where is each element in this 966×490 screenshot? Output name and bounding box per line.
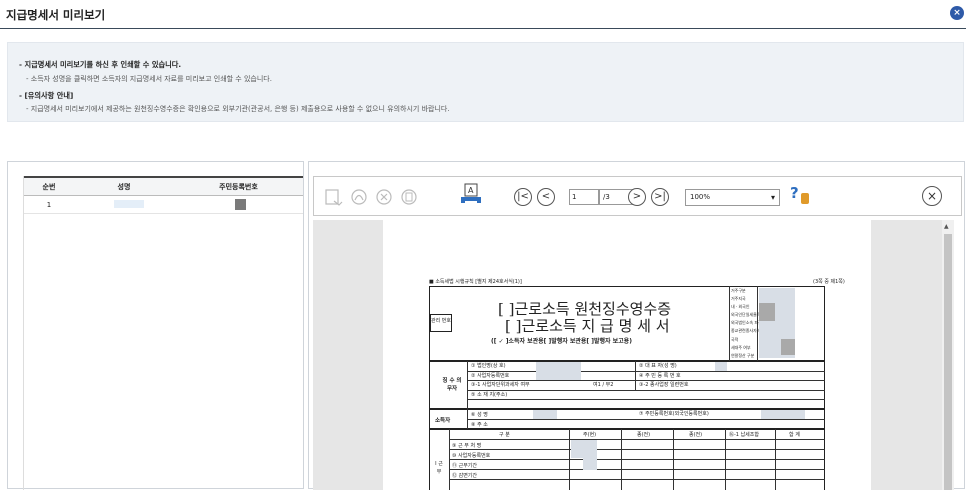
page-info: (3쪽 중 제1쪽) bbox=[813, 279, 845, 285]
grid-header: 순번 성명 주민등록번호 bbox=[24, 176, 303, 196]
row-rrn-masked bbox=[235, 199, 246, 210]
report-viewer: A |< < 1 /3 > >| 100% ▾ ? × ■ 소득세법 시행규칙 … bbox=[308, 161, 965, 490]
chevron-down-icon: ▾ bbox=[770, 193, 775, 202]
scroll-thumb[interactable] bbox=[944, 234, 952, 490]
notice-item1-desc: - 소득자 성명을 클릭하면 소득자의 지급명세서 자료를 미리보고 인쇄할 수… bbox=[26, 75, 272, 83]
divider bbox=[449, 449, 825, 450]
payer-fields: ① 법인명(상 호) ② 사업자등록번호 ③-1 사업자단위과세자 여부 ⑤ 소… bbox=[471, 362, 530, 400]
earner-fields: ⑥ 성 명 ⑧ 주 소 bbox=[471, 410, 488, 430]
earner-label: 소득자 bbox=[435, 418, 451, 424]
scroll-up-icon[interactable]: ▲ bbox=[944, 223, 949, 230]
masked-area bbox=[536, 362, 581, 380]
table-rows: ⑨ 근 무 처 명 ⑩ 사업자등록번호 ⑪ 근무기간 ⑫ 감면기간 bbox=[452, 441, 490, 481]
last-page-button[interactable]: >| bbox=[651, 188, 669, 206]
earner-right: ⑦ 주민등록번호(외국인등록번호) bbox=[639, 411, 709, 417]
zoom-select[interactable]: 100% ▾ bbox=[685, 189, 780, 206]
document-page: ■ 소득세법 시행규칙 [별지 제24호서식(1)] (3쪽 중 제1쪽) 관리… bbox=[383, 220, 871, 490]
form-ref: ■ 소득세법 시행규칙 [별지 제24호서식(1)] bbox=[429, 279, 522, 285]
help-icon[interactable]: ? bbox=[790, 184, 799, 202]
first-page-button[interactable]: |< bbox=[514, 188, 532, 206]
masked-area bbox=[761, 410, 805, 419]
payer-label: 징 수 의무자 bbox=[442, 378, 462, 392]
row-label: ⑨ 근 무 처 명 bbox=[452, 443, 482, 449]
divider bbox=[449, 459, 825, 460]
row-label: ⑪ 근무기간 bbox=[452, 463, 477, 469]
document-canvas[interactable]: ■ 소득세법 시행규칙 [별지 제24호서식(1)] (3쪽 중 제1쪽) 관리… bbox=[313, 220, 942, 490]
masked-area bbox=[781, 339, 795, 355]
divider bbox=[449, 439, 825, 440]
earner-grid: 순번 성명 주민등록번호 1 bbox=[23, 176, 303, 490]
mgmt-box bbox=[430, 314, 452, 332]
notice-item2-desc: - 지급명세서 미리보기에서 제공하는 원천징수영수증은 확인용으로 외부기관(… bbox=[26, 105, 450, 113]
hwp-icon[interactable] bbox=[399, 187, 419, 207]
th-prev1: 종(전) bbox=[637, 432, 651, 438]
masked-area bbox=[715, 362, 727, 371]
doc-title2: [ ]근로소득 지 급 명 세 서 bbox=[505, 317, 670, 335]
col-header-rrn: 주민등록번호 bbox=[219, 183, 258, 191]
divider bbox=[729, 286, 730, 361]
table-row[interactable]: 1 bbox=[24, 196, 303, 214]
svg-text:A: A bbox=[468, 186, 474, 195]
notice-item1-title: - 지급명세서 미리보기를 하신 후 인쇄할 수 있습니다. bbox=[19, 60, 182, 69]
th-total: 합 계 bbox=[789, 432, 800, 438]
notice-box: - 지급명세서 미리보기를 하신 후 인쇄할 수 있습니다. - 소득자 성명을… bbox=[7, 42, 964, 122]
vertical-scrollbar[interactable]: ▲ bbox=[942, 220, 954, 490]
title-bar: 지급명세서 미리보기 × bbox=[0, 0, 966, 29]
divider bbox=[449, 479, 825, 480]
divider bbox=[467, 380, 825, 381]
row-label: ⑩ 사업자등록번호 bbox=[452, 453, 491, 459]
close-icon[interactable]: × bbox=[950, 6, 964, 20]
masked-area bbox=[759, 303, 775, 321]
th-category: 구 분 bbox=[499, 432, 510, 438]
next-page-button[interactable]: > bbox=[628, 188, 646, 206]
print-icon[interactable]: A bbox=[460, 183, 482, 203]
masked-area bbox=[571, 440, 597, 458]
doc-subtitle: ([ ✓ ]소득자 보관용[ ]발행자 보관용[ ]발행자 보고용) bbox=[491, 338, 632, 345]
masked-area bbox=[533, 410, 557, 419]
divider bbox=[635, 361, 636, 390]
divider bbox=[467, 361, 468, 409]
th-union: ⑯-1 납세조합 bbox=[729, 432, 759, 438]
divider bbox=[467, 371, 825, 372]
th-prev2: 종(전) bbox=[689, 432, 703, 438]
window-title: 지급명세서 미리보기 bbox=[6, 8, 106, 22]
divider bbox=[467, 419, 825, 420]
divider bbox=[467, 399, 825, 400]
export-icon[interactable] bbox=[324, 187, 344, 207]
row-no: 1 bbox=[46, 201, 52, 209]
zoom-value: 100% bbox=[690, 193, 711, 201]
masked-area bbox=[583, 458, 597, 470]
row-name-masked[interactable] bbox=[114, 200, 144, 208]
prev-page-button[interactable]: < bbox=[537, 188, 555, 206]
viewer-close-button[interactable]: × bbox=[922, 186, 942, 206]
notice-item2-title: - [유의사항 안내] bbox=[19, 91, 74, 100]
col-header-no: 순번 bbox=[42, 183, 56, 191]
col-header-name: 성명 bbox=[117, 183, 131, 191]
viewer-toolbar: A |< < 1 /3 > >| 100% ▾ ? × bbox=[313, 176, 962, 216]
divider bbox=[449, 469, 825, 470]
payer-right: ② 대 표 자(성 명) ④ 주 민 등 록 번 호 ③-2 종사업장 일련번호 bbox=[639, 362, 688, 391]
divider bbox=[467, 390, 825, 391]
page-input[interactable]: 1 bbox=[569, 189, 599, 205]
section-label: Ⅰ 근 무 bbox=[435, 461, 443, 475]
yn-choice: 여1 / 부2 bbox=[593, 382, 614, 388]
earner-list-panel: 순번 성명 주민등록번호 1 bbox=[7, 161, 304, 490]
th-current: 주(현) bbox=[583, 432, 597, 438]
row-label: ⑫ 감면기간 bbox=[452, 473, 477, 479]
excel-icon[interactable] bbox=[374, 187, 394, 207]
help-person-icon bbox=[801, 193, 809, 204]
pdf-icon[interactable] bbox=[349, 187, 369, 207]
